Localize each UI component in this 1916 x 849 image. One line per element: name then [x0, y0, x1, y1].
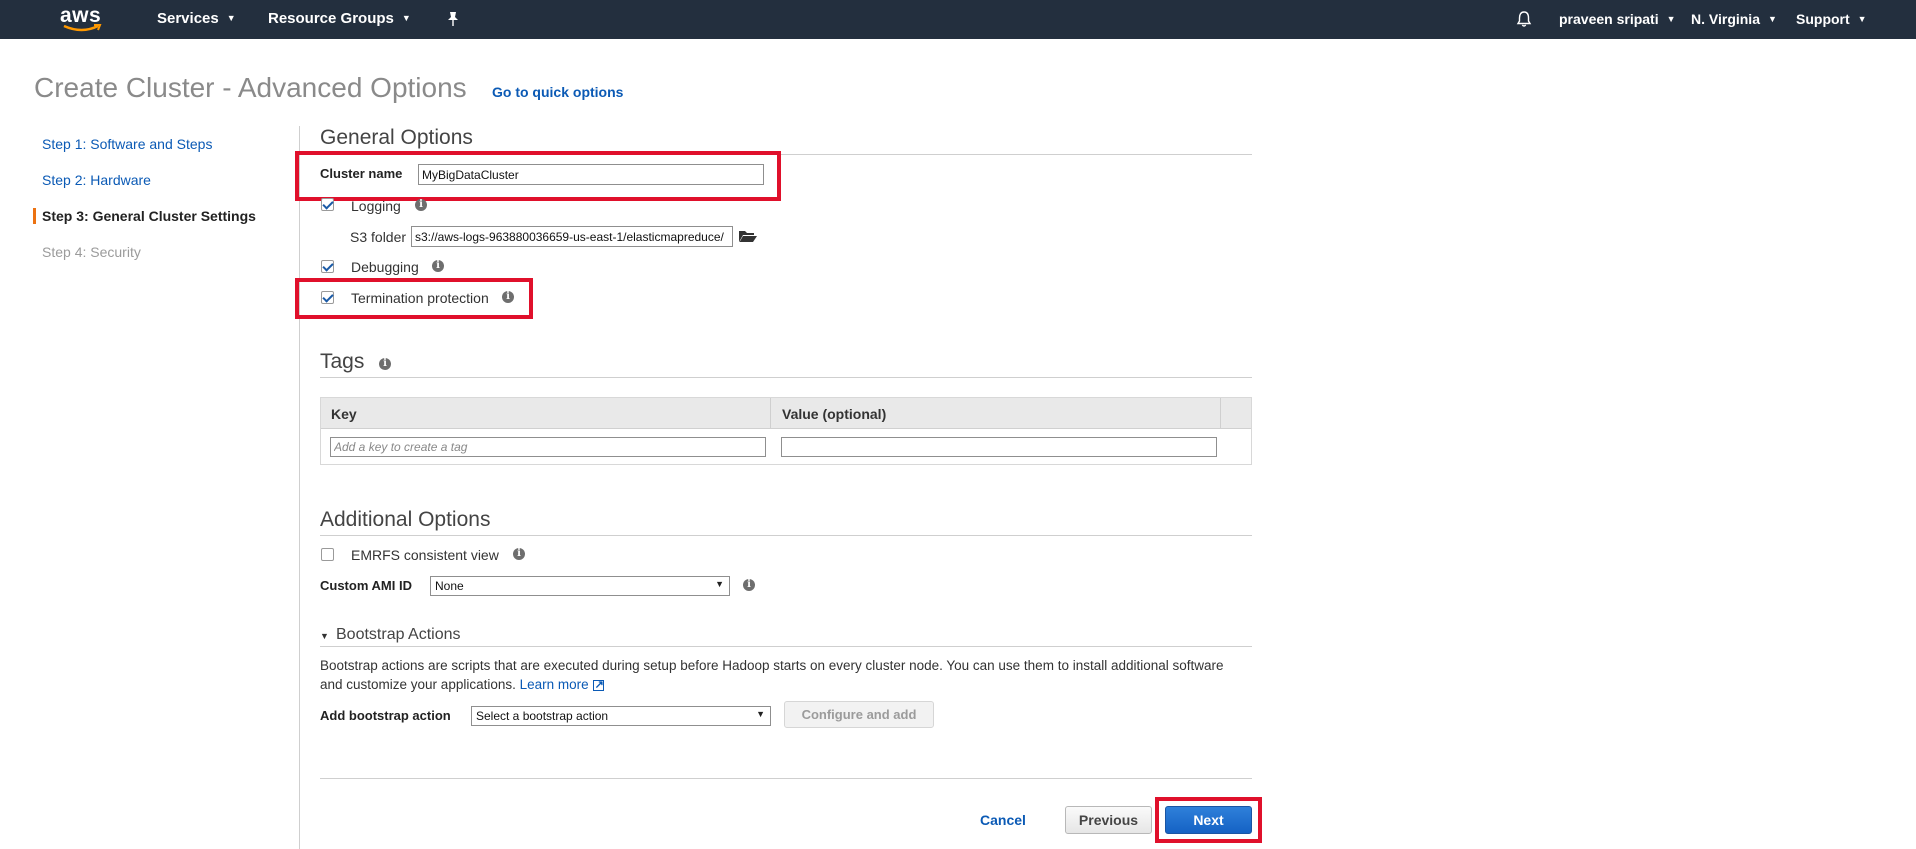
- step-hardware[interactable]: Step 2: Hardware: [42, 172, 151, 188]
- tag-key-input[interactable]: [330, 437, 766, 457]
- custom-ami-label: Custom AMI ID: [320, 578, 412, 593]
- pin-icon[interactable]: [446, 11, 460, 27]
- bootstrap-rule: [320, 646, 1252, 647]
- bootstrap-actions-heading[interactable]: Bootstrap Actions: [336, 626, 461, 644]
- folder-open-icon[interactable]: [738, 229, 758, 243]
- bootstrap-action-select[interactable]: Select a bootstrap action ▼: [471, 706, 771, 726]
- custom-ami-value: None: [435, 579, 464, 593]
- caret-down-icon[interactable]: ▼: [320, 631, 329, 641]
- dropdown-arrow-icon: ▼: [756, 709, 765, 719]
- region-menu[interactable]: N. Virginia ▼: [1691, 11, 1777, 27]
- cluster-name-highlight: [295, 151, 781, 201]
- tags-table-header: Key Value (optional): [321, 398, 1251, 429]
- add-bootstrap-action-label: Add bootstrap action: [320, 708, 451, 723]
- emrfs-consistent-view-label: EMRFS consistent view: [351, 547, 499, 563]
- learn-more-link[interactable]: Learn more: [519, 676, 604, 695]
- tags-rule: [320, 377, 1252, 378]
- chevron-down-icon: ▼: [401, 13, 411, 24]
- sidebar-divider: [299, 126, 300, 849]
- step-software-and-steps[interactable]: Step 1: Software and Steps: [42, 136, 212, 152]
- tags-col-divider: [770, 398, 771, 428]
- chevron-down-icon: ▼: [226, 13, 236, 24]
- bootstrap-action-value: Select a bootstrap action: [476, 709, 609, 723]
- s3-folder-input[interactable]: [411, 226, 733, 247]
- support-label: Support: [1796, 11, 1850, 27]
- dropdown-arrow-icon: ▼: [715, 579, 724, 589]
- bootstrap-description-text: Bootstrap actions are scripts that are e…: [320, 658, 1224, 692]
- emrfs-consistent-view-checkbox[interactable]: [321, 548, 334, 561]
- tags-col-key: Key: [331, 406, 357, 422]
- resource-groups-label: Resource Groups: [268, 10, 394, 27]
- tags-col-divider: [1220, 398, 1221, 428]
- aws-logo[interactable]: aws: [60, 4, 104, 34]
- step-security: Step 4: Security: [42, 244, 141, 260]
- emrfs-info-icon[interactable]: i: [513, 548, 525, 560]
- footer-rule: [320, 778, 1252, 779]
- bootstrap-description: Bootstrap actions are scripts that are e…: [320, 656, 1240, 695]
- bell-icon[interactable]: [1516, 10, 1532, 28]
- s3-folder-label: S3 folder: [350, 229, 407, 245]
- user-name: praveen sripati: [1559, 11, 1659, 27]
- page-title: Create Cluster - Advanced Options: [34, 72, 467, 103]
- tags-heading: Tags: [320, 350, 365, 373]
- debugging-info-icon[interactable]: i: [432, 260, 444, 272]
- custom-ami-select[interactable]: None ▼: [430, 576, 730, 596]
- cancel-link[interactable]: Cancel: [980, 812, 1026, 828]
- tags-info-icon[interactable]: i: [379, 358, 391, 370]
- custom-ami-info-icon[interactable]: i: [743, 579, 755, 591]
- additional-options-heading: Additional Options: [320, 508, 491, 531]
- services-label: Services: [157, 10, 219, 27]
- aws-smile-icon: [63, 24, 102, 32]
- logging-checkbox[interactable]: [321, 198, 334, 211]
- external-link-icon: [592, 676, 604, 695]
- general-options-heading: General Options: [320, 126, 473, 149]
- logging-info-icon[interactable]: i: [415, 199, 427, 211]
- debugging-label: Debugging: [351, 259, 419, 275]
- termination-protection-highlight: [295, 278, 533, 319]
- tag-value-input[interactable]: [781, 437, 1217, 457]
- active-step-indicator: [33, 208, 36, 224]
- chevron-down-icon: ▼: [1857, 14, 1867, 25]
- additional-options-rule: [320, 535, 1252, 536]
- learn-more-label: Learn more: [519, 677, 589, 692]
- support-menu[interactable]: Support ▼: [1796, 11, 1867, 27]
- region-label: N. Virginia: [1691, 11, 1760, 27]
- top-nav: aws Services ▼ Resource Groups ▼ praveen s…: [0, 0, 1916, 39]
- logging-label: Logging: [351, 198, 401, 214]
- chevron-down-icon: ▼: [1767, 14, 1777, 25]
- configure-and-add-button[interactable]: Configure and add: [784, 701, 934, 728]
- services-menu[interactable]: Services ▼: [157, 10, 236, 27]
- step-general-cluster-settings[interactable]: Step 3: General Cluster Settings: [42, 208, 256, 224]
- previous-button[interactable]: Previous: [1065, 806, 1152, 834]
- next-button-highlight: [1155, 797, 1262, 843]
- tags-table: Key Value (optional): [320, 397, 1252, 465]
- resource-groups-menu[interactable]: Resource Groups ▼: [268, 10, 411, 27]
- go-to-quick-options-link[interactable]: Go to quick options: [492, 84, 623, 100]
- tags-col-value: Value (optional): [782, 406, 887, 422]
- chevron-down-icon: ▼: [1666, 14, 1676, 25]
- user-menu[interactable]: praveen sripati ▼: [1559, 11, 1676, 27]
- debugging-checkbox[interactable]: [321, 260, 334, 273]
